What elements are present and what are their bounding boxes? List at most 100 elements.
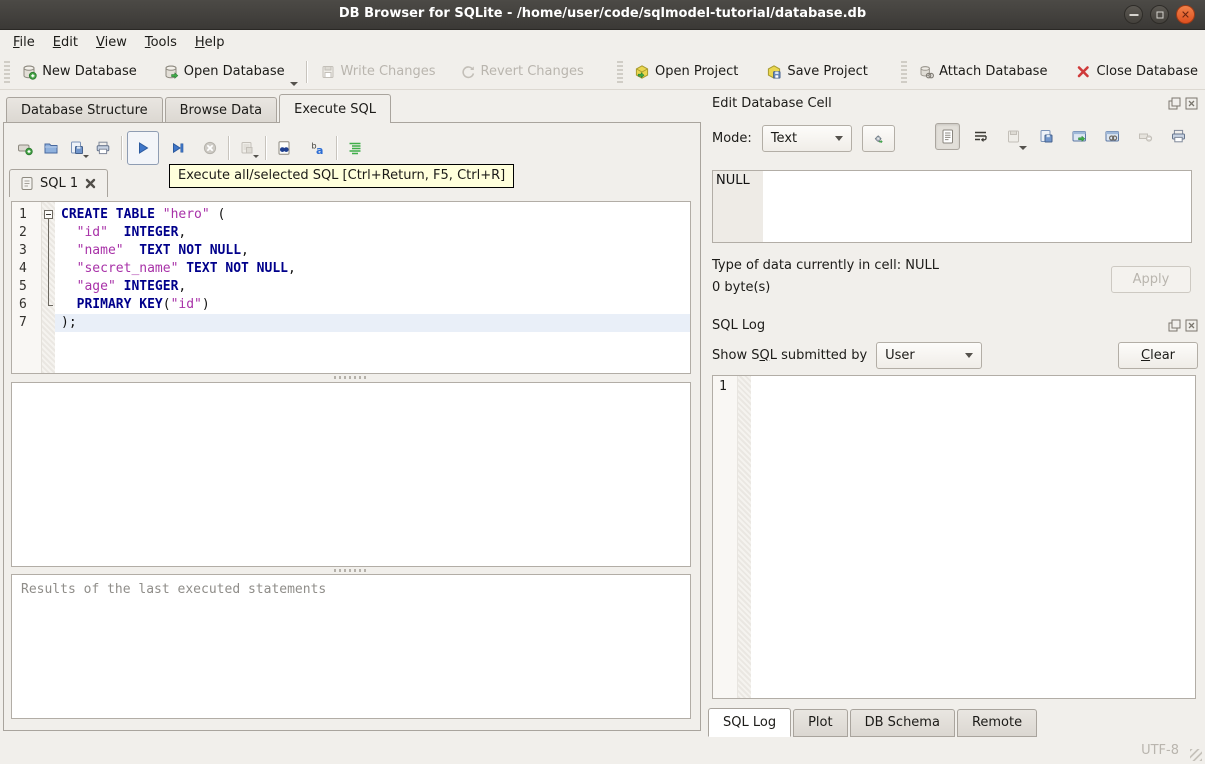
minimize-button[interactable] [1124, 5, 1143, 24]
stop-execution-button[interactable] [197, 133, 223, 163]
float-dock-button[interactable] [1167, 96, 1181, 110]
float-dock-button[interactable] [1167, 318, 1181, 332]
tab-sql-log[interactable]: SQL Log [708, 708, 792, 737]
sql-log-view[interactable]: 1 [712, 375, 1196, 699]
find-icon [278, 141, 290, 155]
auto-apply-button[interactable] [861, 125, 895, 152]
main-toolbar: New Database Open Database Write Changes [0, 54, 1205, 90]
revert-changes-button[interactable]: Revert Changes [453, 59, 591, 85]
menu-view[interactable]: View [87, 32, 136, 53]
code-lines[interactable]: CREATE TABLE "hero" ( "id" INTEGER, "nam… [55, 202, 690, 373]
autocomplete-button[interactable]: b a [305, 133, 331, 163]
tab-db-schema[interactable]: DB Schema [849, 709, 955, 737]
save-project-button[interactable]: Save Project [759, 59, 875, 85]
editor-splitter[interactable] [11, 374, 691, 381]
print-sql-button[interactable] [90, 133, 116, 163]
revert-changes-icon [461, 65, 474, 78]
save-results-button[interactable] [234, 133, 260, 163]
save-sql-file-button[interactable] [64, 133, 90, 163]
print-cell-button[interactable] [1166, 123, 1191, 150]
save-file-icon [71, 141, 83, 154]
toolbar-drag-handle[interactable] [616, 60, 623, 83]
new-sql-tab-button[interactable] [12, 133, 38, 163]
maximize-button[interactable] [1150, 5, 1169, 24]
close-button[interactable]: ✕ [1176, 5, 1195, 24]
status-bar: UTF-8 [0, 737, 1205, 764]
sql-document-icon [21, 177, 33, 190]
write-changes-button[interactable]: Write Changes [313, 59, 443, 85]
import-cell-data-button[interactable] [1001, 123, 1027, 150]
tab-execute-sql[interactable]: Execute SQL [279, 94, 392, 123]
splitter-handle-icon [334, 569, 368, 572]
sql-tab-label: SQL 1 [40, 176, 79, 191]
tab-browse-data[interactable]: Browse Data [164, 97, 278, 123]
import-dropdown-caret[interactable] [1018, 146, 1027, 150]
find-button[interactable] [271, 133, 297, 163]
fold-gutter[interactable] [42, 202, 55, 373]
apply-cell-button[interactable] [1067, 123, 1092, 150]
execute-current-line-button[interactable] [165, 133, 191, 163]
new-database-button[interactable]: New Database [14, 59, 144, 85]
open-sql-file-button[interactable] [38, 133, 64, 163]
cell-editor-toolbar [935, 123, 1191, 150]
close-dock-button[interactable] [1184, 318, 1198, 332]
word-wrap-button[interactable] [968, 123, 993, 150]
code-line[interactable]: "secret_name" TEXT NOT NULL, [55, 260, 690, 278]
window-arrow-icon [1072, 131, 1086, 142]
close-dock-button[interactable] [1184, 96, 1198, 110]
sql-toolbar-separator [336, 136, 337, 160]
toolbar-drag-handle[interactable] [900, 60, 908, 83]
print-icon [1172, 129, 1185, 143]
close-tab-icon[interactable] [84, 177, 97, 190]
tab-plot[interactable]: Plot [793, 709, 848, 737]
code-line[interactable]: "age" INTEGER, [55, 278, 690, 296]
menu-file[interactable]: File [4, 32, 44, 53]
apply-button[interactable]: Apply [1111, 266, 1191, 293]
chevron-down-icon [834, 136, 843, 141]
resize-grip[interactable] [1190, 749, 1202, 761]
save-file-dropdown-caret[interactable] [83, 155, 89, 158]
format-sql-button[interactable] [342, 133, 368, 163]
set-null-button[interactable] [1133, 123, 1158, 150]
close-database-label: Close Database [1096, 64, 1199, 79]
menu-help[interactable]: Help [186, 32, 234, 53]
fold-marker-icon[interactable] [44, 210, 53, 219]
open-project-button[interactable]: Open Project [627, 59, 745, 85]
save-results-dropdown-caret[interactable] [253, 155, 259, 158]
code-line[interactable]: PRIMARY KEY("id") [55, 296, 690, 314]
execute-all-button[interactable] [127, 131, 159, 165]
tab-database-structure[interactable]: Database Structure [6, 97, 163, 123]
code-line[interactable]: "id" INTEGER, [55, 224, 690, 242]
results-splitter[interactable] [11, 567, 691, 574]
sql-toolbar-separator [121, 136, 122, 160]
attach-database-button[interactable]: Attach Database [911, 59, 1054, 85]
link-cell-button[interactable] [1100, 123, 1125, 150]
code-line[interactable]: CREATE TABLE "hero" ( [55, 206, 690, 224]
tab-remote[interactable]: Remote [956, 709, 1038, 737]
results-message-area[interactable]: Results of the last executed statements [11, 574, 691, 719]
mode-combobox[interactable]: Text [761, 125, 852, 152]
export-cell-data-button[interactable] [1034, 123, 1059, 150]
menu-edit[interactable]: Edit [44, 32, 87, 53]
menu-tools[interactable]: Tools [136, 32, 186, 53]
code-line[interactable]: ); [55, 314, 690, 332]
gutter-numbers: 1 2 3 4 5 6 7 [12, 202, 42, 373]
sql-tab[interactable]: SQL 1 [9, 169, 109, 197]
sql-log-dock-header[interactable]: SQL Log [712, 315, 1198, 335]
open-database-button[interactable]: Open Database [156, 59, 292, 85]
submitted-by-combobox[interactable]: User [876, 342, 983, 369]
text-mode-button[interactable] [935, 123, 960, 150]
execute-line-icon [173, 142, 184, 154]
open-database-dropdown-caret[interactable] [289, 82, 298, 86]
cell-value-editor[interactable]: NULL [712, 170, 1192, 243]
sql-log-filter-row: Show SQL submitted by User Clear [712, 342, 1198, 369]
clear-log-button[interactable]: Clear [1118, 342, 1198, 369]
sql-code-editor[interactable]: 1 2 3 4 5 6 7 CREATE TABLE "hero" ( "id" INTEG… [11, 201, 691, 374]
toolbar-drag-handle[interactable] [4, 60, 11, 83]
edit-cell-dock-header[interactable]: Edit Database Cell [712, 93, 1198, 113]
open-database-icon [165, 64, 178, 79]
close-database-button[interactable]: Close Database [1068, 59, 1205, 85]
code-line[interactable]: "name" TEXT NOT NULL, [55, 242, 690, 260]
results-table-area[interactable] [11, 382, 691, 567]
open-file-icon [44, 143, 58, 154]
